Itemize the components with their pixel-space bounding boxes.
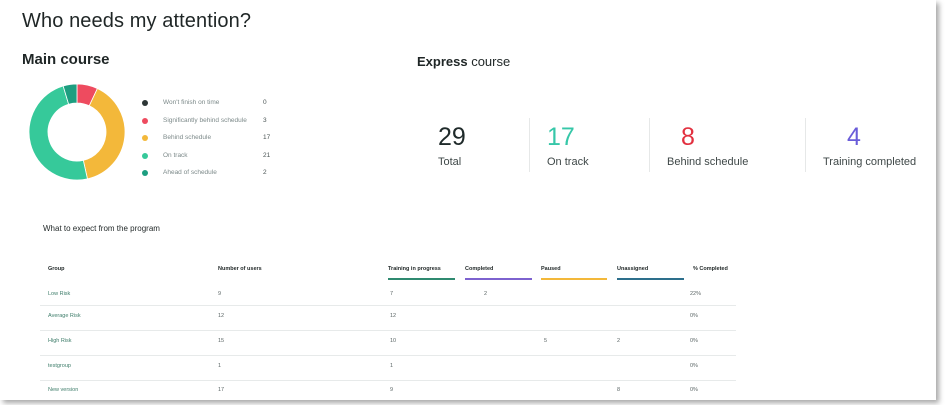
stat-training-completed: 4 Training completed bbox=[823, 122, 916, 168]
cell-group[interactable]: New version bbox=[48, 387, 78, 393]
express-title-rest: course bbox=[467, 54, 511, 69]
main-course-legend: Won't finish on time 0 Significantly beh… bbox=[142, 96, 272, 184]
stat-divider bbox=[529, 118, 530, 172]
cell-pct-completed: 0% bbox=[690, 363, 698, 369]
cell-pct-completed: 0% bbox=[690, 313, 698, 319]
cell-group[interactable]: High Risk bbox=[48, 338, 72, 344]
legend-label: Won't finish on time bbox=[163, 99, 220, 106]
row-divider bbox=[40, 380, 736, 381]
column-header-pct-completed[interactable]: % Completed bbox=[693, 266, 728, 272]
cell-in-progress: 10 bbox=[390, 338, 397, 344]
cell-pct-completed: 0% bbox=[690, 387, 698, 393]
stat-caption: Training completed bbox=[823, 156, 917, 168]
legend-item-on-track[interactable]: On track 21 bbox=[142, 149, 272, 167]
column-header-completed[interactable]: Completed bbox=[465, 266, 493, 272]
main-course-donut-chart[interactable] bbox=[29, 84, 125, 180]
stat-divider bbox=[649, 118, 650, 172]
stat-divider bbox=[805, 118, 806, 172]
legend-dot bbox=[142, 170, 148, 176]
paused-color-bar bbox=[541, 278, 607, 280]
column-header-in-progress[interactable]: Training in progress bbox=[388, 266, 441, 272]
row-divider bbox=[40, 355, 736, 356]
legend-item-wont-finish[interactable]: Won't finish on time 0 bbox=[142, 96, 272, 114]
cell-paused: 5 bbox=[544, 338, 548, 344]
unassigned-color-bar bbox=[617, 278, 684, 280]
legend-item-behind-schedule[interactable]: Behind schedule 17 bbox=[142, 131, 272, 149]
completed-color-bar bbox=[465, 278, 532, 280]
legend-label: On track bbox=[163, 151, 188, 159]
legend-item-significantly-behind[interactable]: Significantly behind schedule 3 bbox=[142, 114, 272, 132]
legend-item-ahead-of-schedule[interactable]: Ahead of schedule 2 bbox=[142, 166, 272, 184]
legend-count: 0 bbox=[263, 99, 267, 106]
stat-on-track: 17 On track bbox=[547, 122, 589, 168]
cell-group[interactable]: Average Risk bbox=[48, 313, 81, 319]
cell-pct-completed: 0% bbox=[690, 338, 698, 344]
legend-dot bbox=[142, 100, 148, 106]
stat-value: 17 bbox=[547, 123, 575, 151]
legend-dot bbox=[142, 117, 148, 124]
stat-value: 29 bbox=[438, 123, 466, 151]
cell-completed: 2 bbox=[484, 291, 488, 297]
cell-pct-completed: 22% bbox=[690, 291, 702, 297]
program-title: What to expect from the program bbox=[43, 224, 160, 233]
cell-group[interactable]: Low Risk bbox=[48, 291, 70, 297]
legend-count: 17 bbox=[263, 134, 271, 141]
cell-in-progress: 9 bbox=[390, 387, 394, 393]
cell-in-progress: 7 bbox=[390, 291, 394, 297]
cell-users: 12 bbox=[218, 313, 225, 319]
stat-value: 8 bbox=[681, 123, 695, 151]
cell-users: 1 bbox=[218, 363, 222, 369]
express-course-title: Express course bbox=[417, 54, 510, 69]
legend-label: Significantly behind schedule bbox=[163, 116, 247, 124]
legend-label: Ahead of schedule bbox=[163, 169, 217, 176]
stat-behind-schedule: 8 Behind schedule bbox=[667, 122, 748, 168]
dashboard-panel: Who needs my attention? Main course Won'… bbox=[0, 0, 936, 400]
cell-unassigned: 8 bbox=[617, 387, 621, 393]
stat-caption: Behind schedule bbox=[667, 156, 749, 168]
legend-count: 3 bbox=[263, 116, 267, 124]
stat-value: 4 bbox=[847, 123, 861, 151]
column-header-users[interactable]: Number of users bbox=[218, 266, 262, 272]
row-divider bbox=[40, 305, 736, 306]
page-title: Who needs my attention? bbox=[22, 10, 252, 32]
column-header-paused[interactable]: Paused bbox=[541, 266, 561, 272]
in-progress-color-bar bbox=[388, 278, 455, 280]
cell-users: 17 bbox=[218, 387, 225, 393]
legend-count: 21 bbox=[263, 151, 271, 159]
column-header-group[interactable]: Group bbox=[48, 266, 65, 272]
express-title-bold: Express bbox=[417, 54, 468, 69]
row-divider bbox=[40, 330, 736, 331]
legend-dot bbox=[142, 152, 148, 159]
legend-dot bbox=[142, 135, 148, 141]
cell-unassigned: 2 bbox=[617, 338, 621, 344]
cell-in-progress: 1 bbox=[390, 363, 394, 369]
legend-label: Behind schedule bbox=[163, 134, 212, 141]
column-header-unassigned[interactable]: Unassigned bbox=[617, 266, 648, 272]
legend-count: 2 bbox=[263, 169, 267, 176]
cell-users: 15 bbox=[218, 338, 225, 344]
stat-total: 29 Total bbox=[438, 122, 466, 168]
cell-group[interactable]: testgroup bbox=[48, 363, 71, 369]
cell-in-progress: 12 bbox=[390, 313, 397, 319]
cell-users: 9 bbox=[218, 291, 222, 297]
stat-caption: Total bbox=[438, 156, 462, 168]
main-course-title: Main course bbox=[22, 51, 110, 68]
stat-caption: On track bbox=[547, 156, 589, 168]
